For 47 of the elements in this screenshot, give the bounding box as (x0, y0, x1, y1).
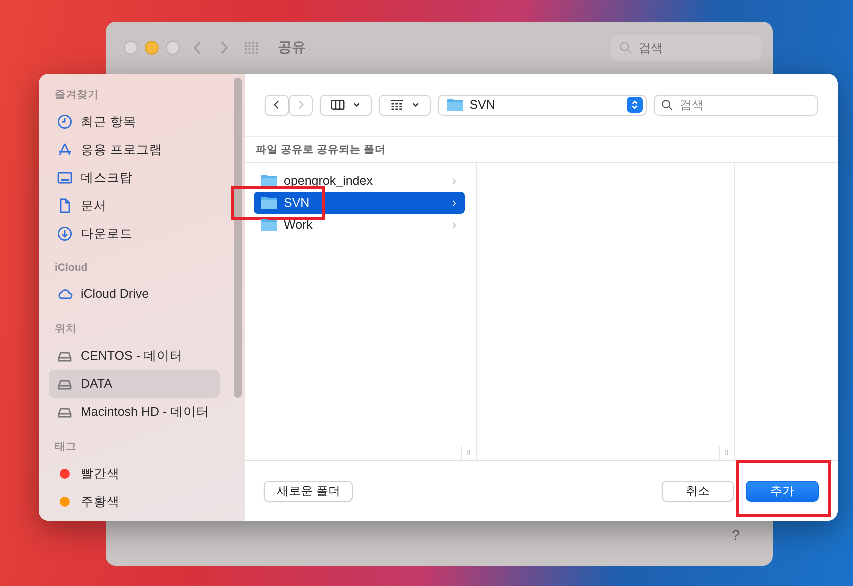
new-folder-button[interactable]: 새로운 폴더 (264, 480, 354, 502)
cancel-button[interactable]: 취소 (662, 480, 734, 502)
columns-icon (330, 98, 346, 112)
sidebar-item[interactable]: Macintosh HD - 데이터 (49, 398, 220, 426)
folder-icon (446, 98, 464, 112)
chevron-right-icon (450, 220, 459, 230)
sidebar-item[interactable]: CENTOS - 데이터 (49, 342, 220, 370)
clock-icon (57, 114, 73, 130)
group-button[interactable] (378, 94, 431, 116)
sidebar-item[interactable]: 주황색 (49, 488, 220, 516)
view-mode-button[interactable] (320, 94, 372, 116)
grid-icon (388, 98, 405, 112)
sidebar-item[interactable]: DATA (49, 370, 220, 398)
desktop-icon (57, 170, 73, 186)
search-icon (619, 41, 633, 55)
back-button[interactable] (265, 94, 289, 116)
scrollbar[interactable] (234, 78, 242, 398)
search-icon (661, 98, 674, 112)
sidebar-item[interactable]: 빨간색 (49, 460, 220, 488)
sidebar-item[interactable]: iCloud Drive (49, 280, 220, 308)
sidebar-item[interactable]: 다운로드 (49, 220, 220, 248)
chevron-right-icon (450, 198, 459, 208)
close-button[interactable] (124, 41, 138, 55)
sidebar-heading: 즐겨찾기 (55, 88, 100, 102)
forward-button[interactable] (289, 94, 313, 116)
folder-icon (261, 218, 278, 232)
sidebar-item[interactable]: 최근 항목 (49, 108, 220, 136)
path-header: 파일 공유로 공유되는 폴더 (245, 136, 838, 163)
chevron-right-icon (450, 176, 459, 186)
folder-item[interactable]: Work (254, 214, 465, 236)
download-icon (57, 226, 73, 242)
sidebar-item[interactable]: 문서 (49, 192, 220, 220)
sidebar-item[interactable]: 데스크탑 (49, 164, 220, 192)
minimize-button[interactable] (145, 41, 159, 55)
app-store-icon (57, 142, 73, 158)
sidebar-heading: 위치 (55, 322, 78, 336)
folder-item[interactable]: opengrok_index (254, 170, 465, 192)
location-popup[interactable]: SVN (438, 94, 647, 116)
sidebar-heading: 태그 (55, 440, 78, 454)
folder-icon (261, 196, 278, 210)
folder-item[interactable]: SVN (254, 192, 465, 214)
confirm-button[interactable]: 추가 (746, 480, 819, 502)
zoom-button[interactable] (166, 41, 180, 55)
sidebar-heading: iCloud (55, 262, 89, 274)
window-title: 공유 (278, 39, 306, 57)
search-field[interactable]: 검색 (654, 94, 818, 116)
sidebar-item[interactable]: 응용 프로그램 (49, 136, 220, 164)
